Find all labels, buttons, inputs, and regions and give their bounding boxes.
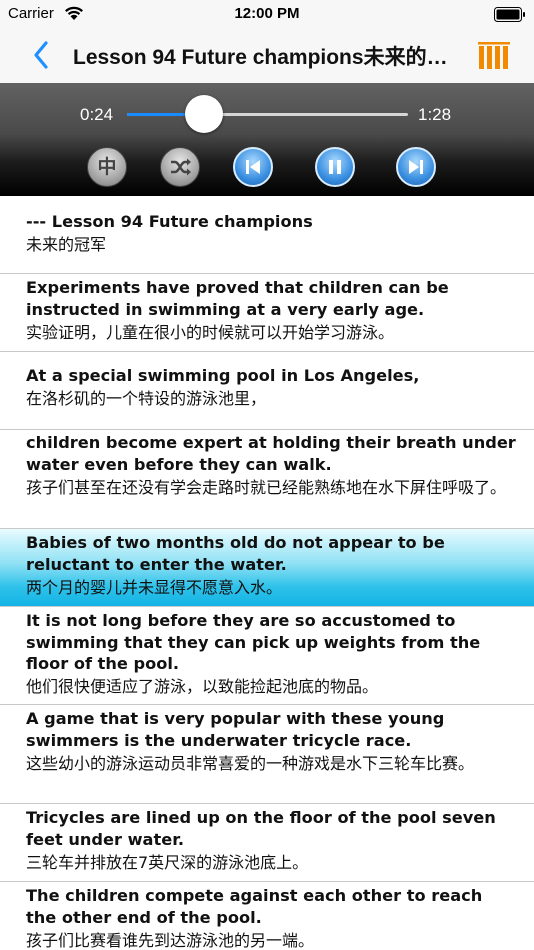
sentence-chinese: 两个月的婴儿并未显得不愿意入水。 <box>26 578 283 597</box>
sentence-chinese: 他们很快便适应了游泳，以致能捡起池底的物品。 <box>26 677 379 696</box>
navigation-bar: Lesson 94 Future champions未来的冠军 <box>0 28 534 83</box>
sentence-chinese: 未来的冠军 <box>26 235 107 254</box>
sentence-chinese: 这些幼小的游泳运动员非常喜爱的一种游戏是水下三轮车比赛。 <box>26 754 475 773</box>
sentence-english: A game that is very popular with these y… <box>26 709 445 750</box>
previous-button[interactable] <box>233 147 273 187</box>
sentence-chinese: 实验证明，儿童在很小的时候就可以开始学习游泳。 <box>26 323 395 342</box>
sentence-english: The children compete against each other … <box>26 886 483 927</box>
status-bar: Carrier 12:00 PM <box>0 0 534 28</box>
chevron-left-icon[interactable] <box>30 39 58 71</box>
sentence-english: Experiments have proved that children ca… <box>26 278 449 319</box>
elapsed-time: 0:24 <box>80 105 114 124</box>
sentence-row[interactable]: children become expert at holding their … <box>0 430 534 529</box>
sentence-row[interactable]: It is not long before they are so accust… <box>0 607 534 705</box>
sentence-english: Babies of two months old do not appear t… <box>26 533 445 574</box>
sentence-english: --- Lesson 94 Future champions <box>26 212 313 231</box>
sentence-row-active[interactable]: Babies of two months old do not appear t… <box>0 529 534 607</box>
sentence-row[interactable]: The children compete against each other … <box>0 882 534 950</box>
sentence-row[interactable]: Experiments have proved that children ca… <box>0 274 534 352</box>
progress-slider[interactable] <box>127 113 408 116</box>
audio-player: 0:24 1:28 中 <box>0 83 534 196</box>
sentence-english: At a special swimming pool in Los Angele… <box>26 366 420 385</box>
language-toggle-label: 中 <box>97 156 117 178</box>
sentence-english: Tricycles are lined up on the floor of t… <box>26 808 496 849</box>
sentence-list[interactable]: --- Lesson 94 Future champions 未来的冠军 Exp… <box>0 196 534 950</box>
sentence-row[interactable]: Tricycles are lined up on the floor of t… <box>0 804 534 882</box>
sentence-row[interactable]: A game that is very popular with these y… <box>0 705 534 804</box>
pause-button[interactable] <box>315 147 355 187</box>
status-time: 12:00 PM <box>234 5 300 22</box>
battery-icon <box>494 7 526 22</box>
next-icon <box>409 160 423 174</box>
next-button[interactable] <box>396 147 436 187</box>
sentence-english: It is not long before they are so accust… <box>26 611 481 673</box>
sentence-english: children become expert at holding their … <box>26 433 516 474</box>
shuffle-button[interactable] <box>160 147 200 187</box>
pause-icon <box>329 160 341 174</box>
sentence-row[interactable]: At a special swimming pool in Los Angele… <box>0 352 534 430</box>
language-toggle-button[interactable]: 中 <box>87 147 127 187</box>
page-title: Lesson 94 Future champions未来的冠军 <box>73 46 468 69</box>
shuffle-icon <box>171 158 191 176</box>
sentence-chinese: 孩子们甚至在还没有学会走路时就已经能熟练地在水下屏住呼吸了。 <box>26 478 507 497</box>
sentence-chinese: 三轮车并排放在7英尺深的游泳池底上。 <box>26 853 309 872</box>
sentence-chinese: 孩子们比赛看谁先到达游泳池的另一端。 <box>26 931 315 950</box>
previous-icon <box>246 160 260 174</box>
sentence-chinese: 在洛杉矶的一个特设的游泳池里， <box>26 389 267 408</box>
total-time: 1:28 <box>418 105 452 124</box>
bookshelf-icon[interactable] <box>478 42 510 70</box>
sentence-row[interactable]: --- Lesson 94 Future champions 未来的冠军 <box>0 196 534 274</box>
progress-thumb[interactable] <box>184 95 223 133</box>
